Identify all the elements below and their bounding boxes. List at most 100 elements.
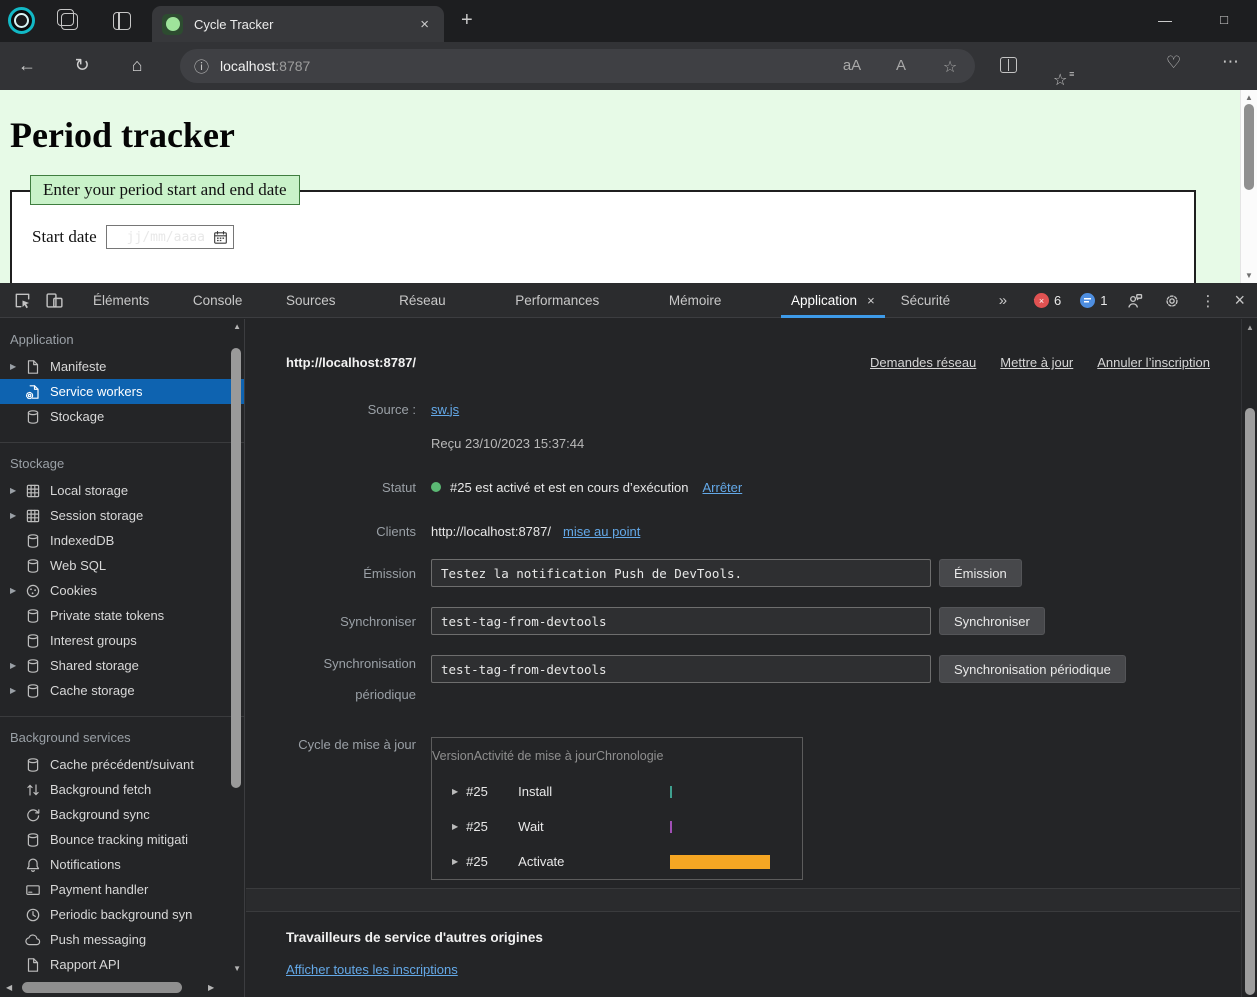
issue-badge[interactable]: 1 (1080, 293, 1107, 308)
sidebar-item[interactable]: Bounce tracking mitigati (0, 827, 244, 852)
devtools-tab[interactable]: Mémoire (656, 283, 752, 318)
sidebar-scroll-up-icon[interactable]: ▲ (233, 322, 241, 331)
sidebar-item[interactable]: Interest groups (0, 628, 244, 653)
devtools-close-icon[interactable]: × (1234, 290, 1245, 311)
sidebar-item[interactable]: Background fetch (0, 777, 244, 802)
cycle-table-row[interactable]: #25 Wait (432, 809, 802, 844)
sidebar-item[interactable]: Session storage (0, 503, 244, 528)
site-info-icon[interactable]: ⓘ (194, 56, 209, 77)
sidebar-item[interactable]: IndexedDB (0, 528, 244, 553)
sw-action-link[interactable]: Mettre à jour (1000, 355, 1073, 370)
page-scroll-thumb[interactable] (1244, 104, 1254, 190)
sidebar-scroll-thumb[interactable] (231, 348, 241, 788)
sync-button[interactable]: Synchroniser (939, 607, 1045, 635)
error-badge[interactable]: × 6 (1034, 293, 1061, 308)
sidebar-item[interactable]: Background sync (0, 802, 244, 827)
home-icon[interactable]: ⌂ (125, 55, 149, 76)
devtools-tab[interactable]: Sécurité (888, 283, 981, 318)
devtools-menu-icon[interactable]: ⋮ (1200, 292, 1215, 310)
scroll-down-icon[interactable]: ▼ (1241, 271, 1257, 280)
row-expander-icon[interactable] (432, 822, 458, 831)
devtools-scroll-up-icon[interactable]: ▲ (1244, 323, 1256, 332)
expander-icon[interactable] (10, 486, 25, 495)
sidebar-item[interactable]: Cache précédent/suivant (0, 752, 244, 777)
devtools-tab[interactable]: Réseau (386, 283, 476, 318)
scroll-right-icon[interactable]: ▶ (208, 983, 214, 992)
scroll-left-icon[interactable]: ◀ (6, 983, 12, 992)
focus-link[interactable]: mise au point (563, 524, 640, 539)
maximize-button[interactable]: □ (1209, 12, 1239, 27)
sidebar-item[interactable]: Private state tokens (0, 603, 244, 628)
sw-action-link[interactable]: Annuler l’inscription (1097, 355, 1210, 370)
expander-icon[interactable] (10, 511, 25, 520)
sidebar-item[interactable]: Push messaging (0, 927, 244, 952)
devtools-tab[interactable]: Sources (273, 283, 366, 318)
sync-input[interactable] (431, 607, 931, 635)
sidebar-item[interactable]: Manifeste (0, 354, 244, 379)
favorite-star-icon[interactable]: ☆ (939, 57, 961, 77)
cycle-table-row[interactable]: #25 Activate (432, 844, 802, 879)
url-bar[interactable]: ⓘ localhost:8787 aA A ☆ (180, 49, 975, 83)
sidebar-item[interactable]: Rapport API (0, 952, 244, 977)
split-screen-icon[interactable] (1000, 57, 1017, 73)
source-file-link[interactable]: sw.js (431, 402, 459, 417)
scroll-up-icon[interactable]: ▲ (1241, 93, 1257, 102)
more-tabs-icon[interactable]: » (999, 292, 1007, 309)
cycle-table-row[interactable]: #25 Install (432, 774, 802, 809)
minimize-button[interactable]: — (1150, 12, 1180, 28)
inspect-element-icon[interactable] (13, 291, 32, 310)
sidebar-item[interactable]: Cookies (0, 578, 244, 603)
push-button[interactable]: Émission (939, 559, 1022, 587)
browser-tab[interactable]: Cycle Tracker × (152, 6, 444, 42)
browser-logo-icon[interactable] (8, 7, 35, 34)
start-date-input[interactable]: jj/mm/aaaa (106, 225, 234, 249)
back-icon[interactable]: ← (15, 55, 39, 76)
devtools-tab[interactable]: Performances (502, 283, 630, 318)
sidebar-item[interactable]: Service workers (0, 379, 244, 404)
devtools-tab[interactable]: Éléments (80, 283, 180, 318)
push-input[interactable] (431, 559, 931, 587)
new-tab-button[interactable]: + (461, 9, 473, 32)
device-toolbar-icon[interactable] (45, 291, 64, 310)
close-tab-icon[interactable]: × (415, 14, 434, 35)
workspaces-icon[interactable] (61, 13, 78, 30)
feedback-icon[interactable] (1126, 292, 1144, 310)
devtools-scroll-thumb[interactable] (1245, 408, 1255, 995)
sidebar-item[interactable]: Periodic background syn (0, 902, 244, 927)
devtools-scrollbar[interactable]: ▲ (1241, 319, 1257, 997)
devtools-tab[interactable]: Console (180, 283, 273, 318)
read-aloud-icon[interactable]: A (890, 57, 912, 74)
refresh-icon[interactable]: ↻ (70, 55, 94, 76)
expander-icon[interactable] (10, 586, 25, 595)
expander-icon[interactable] (10, 661, 25, 670)
sidebar-hscroll-thumb[interactable] (22, 982, 182, 993)
sw-action-link[interactable]: Demandes réseau (870, 355, 976, 370)
devtools-tab[interactable]: Application (778, 283, 888, 318)
sidebar-item[interactable]: Local storage (0, 478, 244, 503)
sidebar-item[interactable]: Web SQL (0, 553, 244, 578)
sidebar-item[interactable]: Shared storage (0, 653, 244, 678)
settings-gear-icon[interactable] (1163, 292, 1181, 310)
settings-more-icon[interactable]: ⋯ (1222, 52, 1239, 72)
stop-link[interactable]: Arrêter (702, 480, 742, 495)
close-panel-tab-icon[interactable] (867, 293, 875, 308)
browser-essentials-icon[interactable]: ♡ (1166, 53, 1181, 73)
sidebar-item[interactable]: Cache storage (0, 678, 244, 703)
periodic-sync-input[interactable] (431, 655, 931, 683)
sidebar-item[interactable]: Payment handler (0, 877, 244, 902)
page-scrollbar[interactable]: ▲ ▼ (1240, 90, 1257, 283)
calendar-icon[interactable] (213, 230, 228, 245)
sidebar-item[interactable]: Notifications (0, 852, 244, 877)
periodic-sync-button[interactable]: Synchronisation périodique (939, 655, 1126, 683)
expander-icon[interactable] (10, 686, 25, 695)
sidebar-scroll-down-icon[interactable]: ▼ (233, 964, 241, 973)
sidebar-hscrollbar[interactable]: ◀ ▶ (0, 978, 244, 997)
row-expander-icon[interactable] (432, 857, 458, 866)
favorites-bar-icon[interactable]: ☆ (1053, 72, 1067, 89)
row-expander-icon[interactable] (432, 787, 458, 796)
translate-icon[interactable]: aA (841, 57, 863, 74)
expander-icon[interactable] (10, 362, 25, 371)
sidebar-item[interactable]: Stockage (0, 404, 244, 429)
show-all-registrations-link[interactable]: Afficher toutes les inscriptions (286, 962, 458, 977)
tab-actions-icon[interactable] (113, 12, 131, 30)
